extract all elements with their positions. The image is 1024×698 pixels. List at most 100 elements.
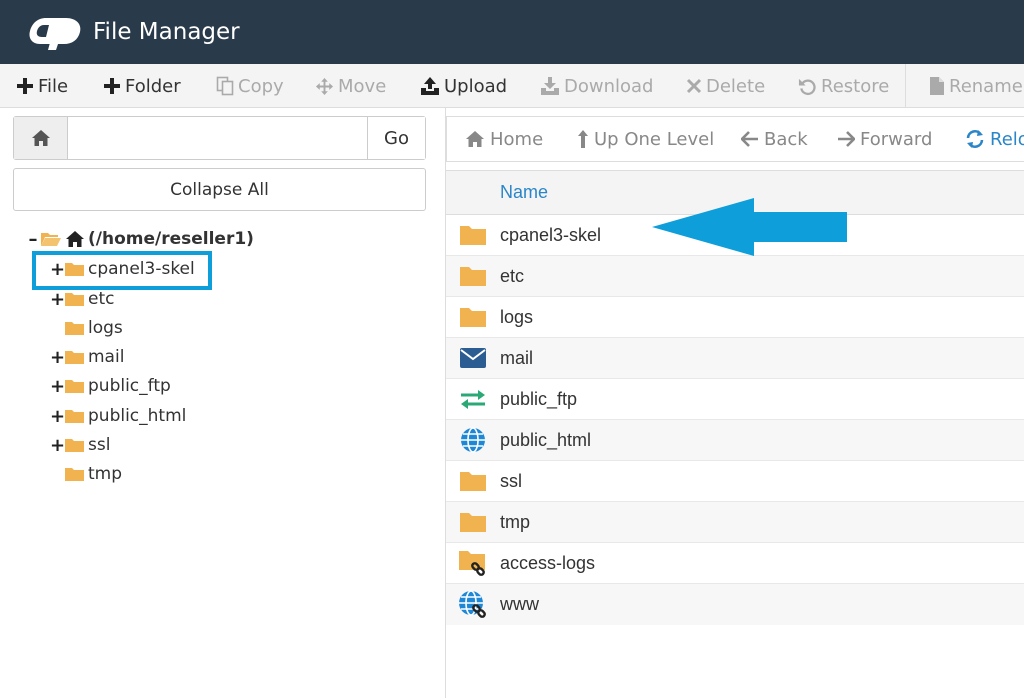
file-row-public-ftp[interactable]: public_ftp (446, 379, 1024, 420)
rename-button[interactable]: Rename (929, 64, 1023, 108)
new-folder-button[interactable]: Folder (103, 64, 181, 108)
collapse-all-button[interactable]: Collapse All (13, 168, 426, 211)
folder-icon (460, 226, 486, 245)
folder-icon (65, 322, 84, 335)
tree-item-public-ftp[interactable]: + public_ftp (50, 373, 171, 399)
tree-item-label: ssl (88, 435, 111, 455)
file-name: logs (500, 306, 534, 327)
arrow-left-annotation-icon (652, 198, 847, 256)
arrow-right-icon (838, 131, 855, 147)
delete-button[interactable]: Delete (686, 64, 765, 108)
move-button[interactable]: Move (315, 64, 386, 108)
page-title: File Manager (93, 19, 240, 45)
back-button[interactable]: Back (741, 117, 808, 161)
go-button[interactable]: Go (367, 117, 425, 159)
level-up-icon (578, 130, 588, 148)
path-search-bar: Go (13, 116, 426, 160)
file-name: www (500, 594, 539, 614)
file-row-access-logs[interactable]: access-logs (446, 543, 1024, 584)
new-file-button[interactable]: File (16, 64, 68, 108)
file-row-ssl[interactable]: ssl (446, 461, 1024, 502)
expand-toggle[interactable]: + (50, 406, 65, 427)
expand-toggle[interactable]: + (50, 376, 65, 397)
expand-toggle[interactable]: + (50, 435, 65, 456)
tree-item-label: etc (88, 289, 115, 309)
path-input[interactable] (68, 117, 367, 159)
folder-icon (460, 472, 486, 491)
file-icon (930, 77, 944, 95)
folder-icon (65, 410, 84, 423)
refresh-icon (966, 130, 984, 148)
download-icon (541, 77, 559, 95)
home-icon (66, 231, 84, 247)
exchange-icon (461, 390, 485, 409)
folder-icon (65, 351, 84, 364)
tree-item-label: public_ftp (88, 376, 171, 396)
forward-button[interactable]: Forward (837, 117, 932, 161)
close-icon (686, 78, 702, 94)
file-row-tmp[interactable]: tmp (446, 502, 1024, 543)
new-file-label: File (38, 75, 69, 97)
file-row-logs[interactable]: logs (446, 297, 1024, 338)
file-name: etc (500, 265, 525, 286)
copy-button[interactable]: Copy (216, 64, 284, 108)
move-icon (315, 77, 334, 95)
restore-label: Restore (821, 75, 890, 97)
tree-item-mail[interactable]: + mail (50, 344, 124, 370)
cpanel-logo-icon (29, 18, 81, 50)
globe-icon (461, 427, 485, 453)
folder-link-icon (459, 551, 485, 576)
app-header: File Manager (0, 0, 1024, 64)
tree-item-public-html[interactable]: + public_html (50, 403, 186, 429)
new-folder-label: Folder (125, 75, 181, 97)
home-icon (466, 131, 484, 147)
file-row-mail[interactable]: mail (446, 338, 1024, 379)
tree-item-ssl[interactable]: + ssl (50, 432, 110, 458)
upload-label: Upload (444, 75, 508, 97)
envelope-icon (460, 348, 486, 368)
download-button[interactable]: Download (540, 64, 653, 108)
file-toolbar: File Folder Copy Move Upload Download De… (0, 64, 1024, 108)
copy-label: Copy (238, 75, 284, 97)
move-label: Move (338, 75, 387, 97)
plus-icon (17, 78, 33, 94)
folder-icon (65, 468, 84, 481)
delete-label: Delete (706, 75, 766, 97)
tree-item-tmp[interactable]: tmp (64, 461, 122, 487)
restore-button[interactable]: Restore (798, 64, 889, 108)
file-row-public-html[interactable]: public_html (446, 420, 1024, 461)
expand-toggle[interactable]: + (50, 347, 65, 368)
globe-link-icon (459, 589, 486, 618)
up-one-level-button[interactable]: Up One Level (577, 117, 714, 161)
home-button[interactable]: Home (465, 117, 543, 161)
home-directory-button[interactable] (14, 117, 68, 159)
navigation-toolbar: Home Up One Level Back Forward Reload (446, 116, 1024, 162)
copy-icon (216, 76, 234, 96)
highlight-annotation-box (32, 251, 212, 290)
tree-item-label: mail (88, 347, 125, 367)
folder-icon (460, 267, 486, 286)
folder-icon (65, 293, 84, 306)
file-name: public_html (500, 429, 592, 450)
toolbar-divider (905, 64, 906, 108)
expand-toggle[interactable]: + (50, 289, 65, 310)
reload-button[interactable]: Reload (965, 117, 1024, 161)
folder-icon (460, 308, 486, 327)
tree-item-logs[interactable]: logs (64, 315, 123, 341)
name-column-header[interactable]: Name (500, 182, 548, 203)
file-name: ssl (500, 470, 522, 491)
folder-icon (460, 513, 486, 532)
file-row-etc[interactable]: etc (446, 256, 1024, 297)
tree-root-label: (/home/reseller1) (88, 229, 254, 249)
file-row-www[interactable]: www (446, 584, 1024, 625)
file-name: cpanel3-skel (500, 224, 602, 245)
back-label: Back (764, 128, 808, 150)
download-label: Download (564, 75, 654, 97)
tree-root[interactable]: – (/home/reseller1) (26, 226, 254, 252)
file-name: access-logs (500, 552, 596, 573)
upload-button[interactable]: Upload (420, 64, 507, 108)
folder-icon (65, 439, 84, 452)
arrow-left-icon (741, 131, 758, 147)
collapse-toggle[interactable]: – (26, 229, 40, 250)
home-icon (31, 130, 50, 146)
